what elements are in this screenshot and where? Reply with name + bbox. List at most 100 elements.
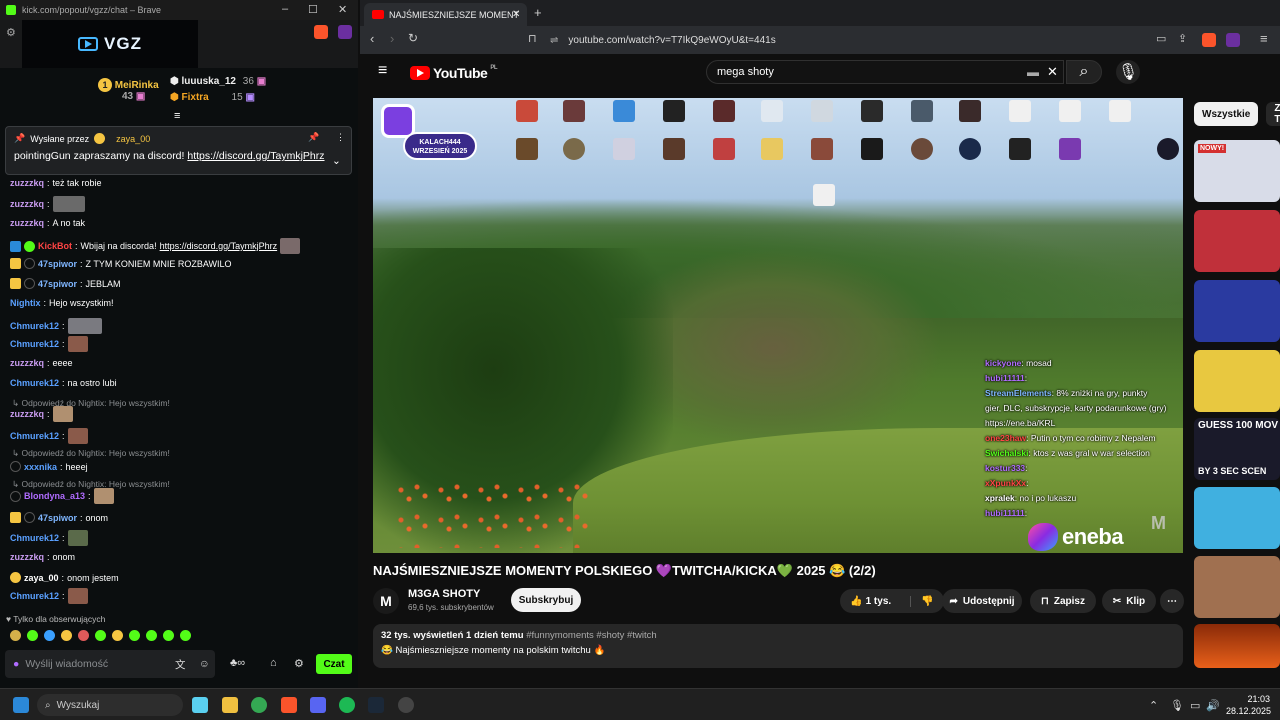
- chat-send-button[interactable]: Czat: [316, 654, 352, 674]
- chat-username[interactable]: Chmurek12: [10, 591, 59, 601]
- search-button[interactable]: ⌕: [1066, 60, 1102, 84]
- chat-username[interactable]: Chmurek12: [10, 321, 59, 331]
- close-icon[interactable]: ✕: [338, 3, 347, 16]
- screen-icon[interactable]: ▭: [1156, 32, 1166, 45]
- recommended-thumbnail[interactable]: [1194, 624, 1280, 668]
- subscribe-button[interactable]: Subskrybuj: [511, 588, 581, 612]
- clear-search-icon[interactable]: ✕: [1047, 64, 1058, 80]
- emote-icon[interactable]: [44, 630, 55, 641]
- chat-username[interactable]: Blondyna_a13: [24, 491, 85, 501]
- gear-icon[interactable]: ⚙: [294, 657, 304, 670]
- channel-name[interactable]: M3GA SHOTY: [408, 588, 480, 600]
- translate-icon[interactable]: 文: [175, 657, 186, 672]
- system-clock[interactable]: 21:03 28.12.2025: [1226, 693, 1271, 717]
- recommended-thumbnail[interactable]: [1194, 556, 1280, 618]
- spotify-icon[interactable]: [339, 697, 355, 713]
- pinned-discord-link[interactable]: https://discord.gg/TaymkjPhrz: [187, 150, 324, 162]
- channel-avatar[interactable]: M: [373, 588, 399, 614]
- taskbar-search[interactable]: ⌕ Wyszukaj: [37, 694, 183, 716]
- emoji-icon[interactable]: ☺: [199, 658, 210, 670]
- store-icon[interactable]: ⌂: [270, 657, 277, 669]
- chip-from-twitch[interactable]: Z TW: [1266, 102, 1280, 126]
- discord-icon[interactable]: [310, 697, 326, 713]
- minimize-icon[interactable]: –: [282, 3, 288, 15]
- video-description[interactable]: 32 tys. wyświetleń 1 dzień temu #funnymo…: [373, 624, 1183, 668]
- emote-icon[interactable]: [78, 630, 89, 641]
- chat-input[interactable]: ● Wyślij wiadomość 文 ☺: [5, 650, 215, 678]
- recommended-thumbnail[interactable]: [1194, 350, 1280, 412]
- chat-username[interactable]: zuzzzkq: [10, 218, 44, 228]
- chat-username[interactable]: zaya_00: [24, 573, 59, 583]
- chat-link[interactable]: https://discord.gg/TaymkjPhrz: [160, 241, 278, 251]
- chat-username[interactable]: KickBot: [38, 241, 72, 251]
- clip-button[interactable]: ✂ Klip: [1102, 589, 1156, 613]
- chrome-icon[interactable]: [251, 697, 267, 713]
- chat-username[interactable]: zuzzzkq: [10, 409, 44, 419]
- site-info-icon[interactable]: ⇌: [550, 35, 558, 46]
- new-tab-icon[interactable]: +: [534, 5, 542, 20]
- leader-third[interactable]: ⬢ Fixtra 15 ▣: [170, 92, 255, 103]
- maximize-icon[interactable]: ☐: [308, 3, 318, 16]
- menu-icon[interactable]: ≡: [1260, 31, 1268, 46]
- brave-shield-icon[interactable]: [1202, 33, 1216, 47]
- brave-shield-icon[interactable]: [314, 25, 328, 39]
- emote-icon[interactable]: [95, 630, 106, 641]
- chat-username[interactable]: Chmurek12: [10, 431, 59, 441]
- microphone-icon[interactable]: 🎙: [1170, 699, 1184, 712]
- chat-username[interactable]: Chmurek12: [10, 533, 59, 543]
- reload-icon[interactable]: ↻: [408, 31, 418, 45]
- back-icon[interactable]: ‹: [370, 31, 374, 46]
- emote-icon[interactable]: [180, 630, 191, 641]
- chat-username[interactable]: 47spiwor: [38, 279, 77, 289]
- bits-icon[interactable]: ♣∞: [230, 657, 245, 669]
- recommended-thumbnail[interactable]: NOWY!: [1194, 140, 1280, 202]
- chat-username[interactable]: Nightix: [10, 298, 41, 308]
- chat-username[interactable]: 47spiwor: [38, 259, 77, 269]
- chat-username[interactable]: xxxnika: [24, 462, 57, 472]
- obs-icon[interactable]: [398, 697, 414, 713]
- tune-icon[interactable]: ⚙: [6, 26, 16, 39]
- forward-icon[interactable]: ›: [390, 31, 394, 46]
- recommended-thumbnail[interactable]: [1194, 210, 1280, 272]
- copilot-icon[interactable]: [192, 697, 208, 713]
- brave-rewards-icon[interactable]: [338, 25, 352, 39]
- chat-username[interactable]: zuzzzkq: [10, 358, 44, 368]
- url-field[interactable]: ⇌ youtube.com/watch?v=T7IkQ9eWOyU&t=441s: [550, 30, 1150, 50]
- unpin-icon[interactable]: 📌: [308, 132, 319, 143]
- chat-username[interactable]: zuzzzkq: [10, 552, 44, 562]
- emote-icon[interactable]: [146, 630, 157, 641]
- emote-icon[interactable]: [27, 630, 38, 641]
- file-explorer-icon[interactable]: [222, 697, 238, 713]
- like-button[interactable]: 👍 1 tys.: [850, 596, 891, 607]
- emote-icon[interactable]: [61, 630, 72, 641]
- recommended-thumbnail[interactable]: [1194, 487, 1280, 549]
- share-button[interactable]: ➦ Udostępnij: [942, 589, 1022, 613]
- reply-reference[interactable]: ↳ Odpowiedź do Nightix: Hejo wszystkim!: [12, 448, 170, 459]
- keyboard-icon[interactable]: ▬: [1027, 65, 1039, 79]
- chat-username[interactable]: Chmurek12: [10, 339, 59, 349]
- recommended-thumbnail[interactable]: GUESS 100 MOV BY 3 SEC SCEN: [1194, 418, 1280, 480]
- close-tab-icon[interactable]: ✕: [512, 9, 520, 20]
- microphone-icon[interactable]: ●: [13, 658, 19, 670]
- search-input[interactable]: mega shoty ▬ ✕: [706, 60, 1064, 84]
- emote-icon[interactable]: [129, 630, 140, 641]
- volume-icon[interactable]: 🔊: [1206, 699, 1220, 712]
- brave-rewards-icon[interactable]: [1226, 33, 1240, 47]
- chat-username[interactable]: Chmurek12: [10, 378, 59, 388]
- bookmark-icon[interactable]: ⊓: [528, 32, 537, 45]
- tray-overflow-icon[interactable]: ⌃: [1149, 699, 1158, 712]
- more-actions-button[interactable]: ⋯: [1160, 589, 1184, 613]
- youtube-logo[interactable]: YouTube PL: [410, 65, 497, 81]
- emote-icon[interactable]: [10, 630, 21, 641]
- dislike-button[interactable]: 👎: [910, 595, 934, 607]
- steam-icon[interactable]: [368, 697, 384, 713]
- more-options-icon[interactable]: ⋮: [336, 132, 345, 143]
- video-player[interactable]: KALACH444 WRZESIEŃ 2025 kickyone: mosad …: [373, 98, 1183, 553]
- windows-start-icon[interactable]: [13, 697, 29, 713]
- hamburger-icon[interactable]: ≡: [378, 62, 387, 80]
- recommended-thumbnail[interactable]: [1194, 280, 1280, 342]
- chevron-down-icon[interactable]: ⌄: [332, 155, 341, 167]
- chat-username[interactable]: zuzzzkq: [10, 199, 44, 209]
- emote-icon[interactable]: [163, 630, 174, 641]
- chip-all[interactable]: Wszystkie: [1194, 102, 1259, 126]
